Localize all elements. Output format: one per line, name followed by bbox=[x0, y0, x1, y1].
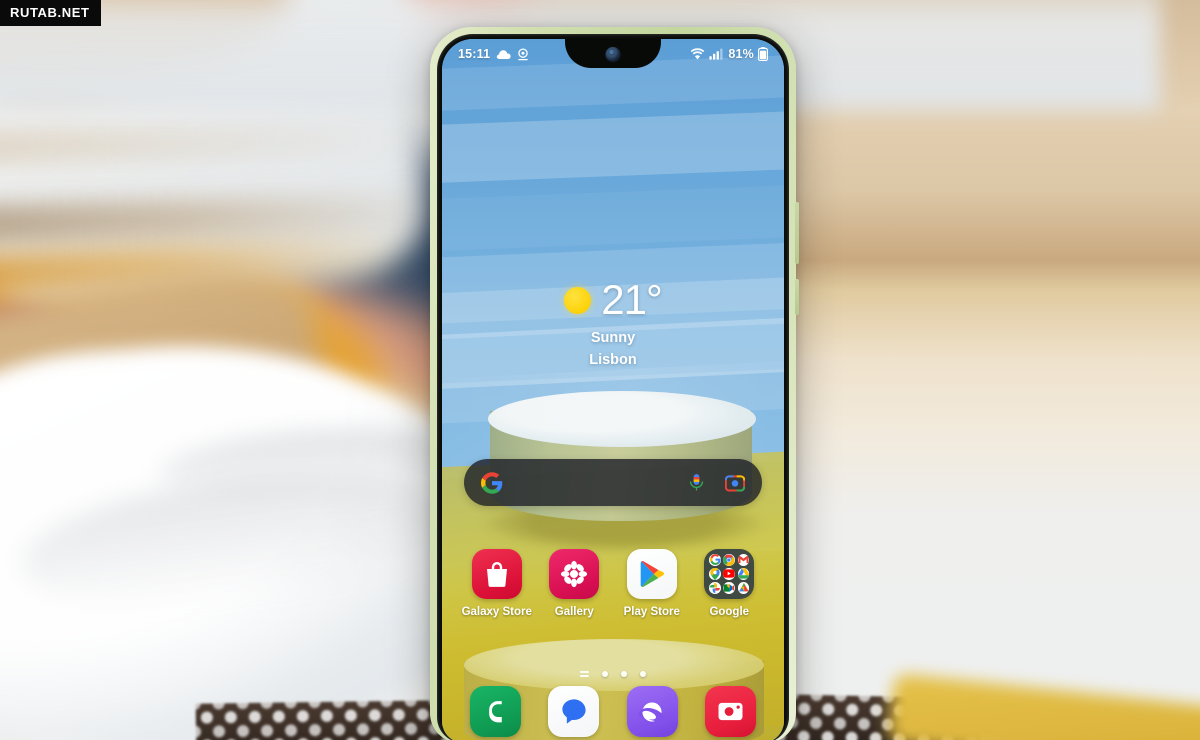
google-search-bar[interactable] bbox=[464, 459, 762, 506]
page-dot[interactable] bbox=[640, 671, 646, 678]
wifi-icon bbox=[690, 48, 705, 60]
location-icon bbox=[517, 47, 529, 61]
wallpaper bbox=[442, 39, 784, 740]
app-label: Gallery bbox=[554, 606, 594, 618]
weather-location: Lisbon bbox=[589, 352, 637, 368]
battery-percentage: 81% bbox=[728, 47, 754, 61]
app-item-play-store[interactable]: Play Store bbox=[615, 549, 689, 618]
messages-icon[interactable] bbox=[548, 686, 600, 737]
sun-icon bbox=[564, 286, 592, 314]
folder-app-google-icon bbox=[709, 554, 721, 566]
page-indicator[interactable] bbox=[442, 671, 784, 678]
perforated-surface-left bbox=[195, 700, 447, 740]
app-label: Google bbox=[709, 606, 750, 618]
app-grid: Galaxy Store Gallery Play Store Google bbox=[458, 549, 768, 618]
phone-icon[interactable] bbox=[469, 686, 521, 737]
google-g-icon[interactable] bbox=[481, 471, 503, 494]
signal-icon bbox=[709, 48, 723, 60]
weather-widget-top: 21° bbox=[442, 279, 784, 321]
galaxy-store-icon[interactable] bbox=[471, 549, 522, 599]
app-label: Play Store bbox=[623, 606, 680, 618]
power-button[interactable] bbox=[795, 279, 799, 315]
folder-app-google-one-icon bbox=[737, 582, 750, 594]
site-watermark: RUTAB.NET bbox=[0, 0, 101, 26]
microphone-icon[interactable] bbox=[688, 473, 705, 493]
home-page-icon[interactable] bbox=[580, 671, 589, 678]
page-dot[interactable] bbox=[602, 671, 608, 678]
battery-icon bbox=[758, 47, 768, 61]
cloud-icon bbox=[496, 49, 511, 60]
folder-app-chrome-icon bbox=[723, 554, 736, 566]
samsung-internet-icon[interactable] bbox=[626, 686, 678, 737]
folder-app-youtube-icon bbox=[723, 568, 736, 580]
weather-temperature: 21° bbox=[601, 276, 663, 323]
app-item-google-folder[interactable]: Google bbox=[692, 549, 766, 618]
folder-app-photos-icon bbox=[709, 582, 721, 594]
app-item-gallery[interactable]: Gallery bbox=[537, 549, 611, 618]
status-bar: 15:11 81% bbox=[442, 39, 784, 69]
dock-item-camera[interactable] bbox=[694, 686, 768, 737]
status-bar-clock[interactable]: 15:11 bbox=[458, 47, 490, 61]
screenshot-stage: RUTAB.NET 15:11 81% 21° Sunny Lisbon Gal… bbox=[0, 0, 1200, 740]
gallery-icon[interactable] bbox=[549, 549, 600, 599]
status-bar-right: 81% bbox=[690, 47, 768, 61]
phone-screen[interactable]: 15:11 81% 21° Sunny Lisbon Galaxy Store … bbox=[442, 39, 784, 740]
dock-item-samsung-internet[interactable] bbox=[615, 686, 689, 737]
search-bar-actions bbox=[688, 473, 745, 493]
app-item-galaxy-store[interactable]: Galaxy Store bbox=[460, 549, 534, 618]
folder-app-gmail-icon bbox=[737, 554, 750, 566]
folder-app-meet-icon bbox=[723, 582, 736, 594]
page-dot[interactable] bbox=[621, 671, 627, 678]
folder-app-drive-icon bbox=[737, 568, 750, 580]
status-bar-left: 15:11 bbox=[458, 47, 529, 61]
volume-button[interactable] bbox=[795, 202, 799, 264]
dock-item-messages[interactable] bbox=[537, 686, 611, 737]
weather-condition: Sunny bbox=[590, 330, 636, 346]
play-store-icon[interactable] bbox=[626, 549, 677, 599]
google-lens-icon[interactable] bbox=[725, 473, 745, 493]
wallpaper-cylinder-top bbox=[488, 391, 756, 447]
google-folder-icon[interactable] bbox=[704, 549, 755, 599]
dock-bar bbox=[456, 686, 770, 737]
app-label: Galaxy Store bbox=[461, 606, 532, 618]
wallpaper-disc-top bbox=[464, 639, 764, 691]
camera-icon[interactable] bbox=[705, 686, 757, 737]
phone-bezel: 15:11 81% 21° Sunny Lisbon Galaxy Store … bbox=[437, 34, 789, 740]
folder-app-maps-icon bbox=[709, 568, 721, 580]
weather-widget[interactable]: 21° Sunny Lisbon bbox=[442, 279, 784, 368]
phone-device: 15:11 81% 21° Sunny Lisbon Galaxy Store … bbox=[430, 27, 799, 740]
dock-item-phone[interactable] bbox=[458, 686, 532, 737]
